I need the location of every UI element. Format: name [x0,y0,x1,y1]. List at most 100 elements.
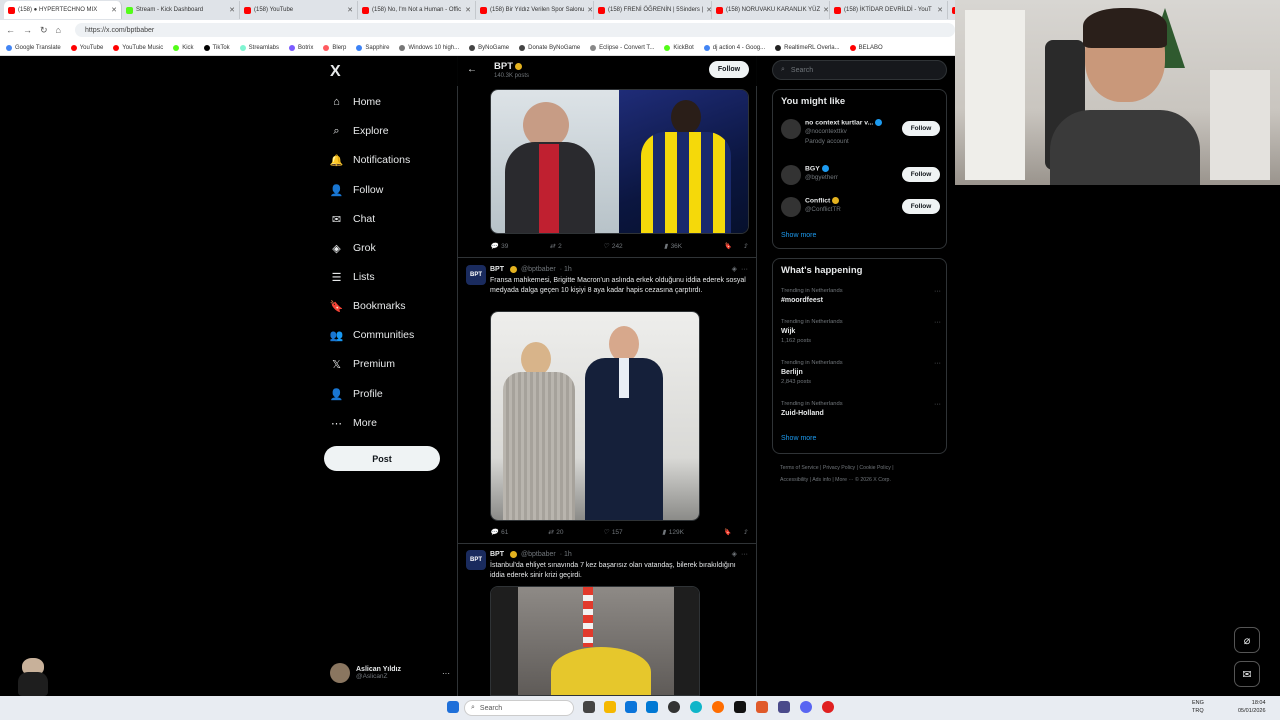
bookmark-item[interactable]: Sapphire [356,44,389,51]
windows-start-icon[interactable] [447,701,459,713]
browser-tab[interactable]: (158) NORUVAKU KARANLIK YÜZ ✕ [712,1,830,19]
obs-icon[interactable] [778,701,790,713]
who-to-follow-item[interactable]: no context kurtlar v... @nocontexttkv Pa… [781,119,941,145]
bookmark-item[interactable]: YouTube [70,44,103,51]
browser-tab[interactable]: (158) FRENİ ÖĞRENİN | 5Sinders | ✕ [594,1,712,19]
grok-fab-icon[interactable]: ⌀ [1234,627,1260,653]
forward-arrow-icon[interactable]: → [23,25,32,35]
like-button[interactable]: ♡ 157 [603,528,623,537]
browser-tab[interactable]: (158) No, I'm Not a Human - Offic ✕ [358,1,476,19]
nav-item-bookmarks[interactable]: 🔖 Bookmarks [330,296,406,316]
mail-icon[interactable] [646,701,658,713]
bookmark-item[interactable]: KickBot [664,44,694,51]
close-icon[interactable]: ✕ [111,6,117,14]
browser-tab[interactable]: (158) YouTube ✕ [240,1,358,19]
bookmark-item[interactable]: YouTube Music [113,44,163,51]
reply-button[interactable]: 💬 39 [490,242,508,251]
store-icon[interactable] [625,701,637,713]
follow-button[interactable]: Follow [902,199,940,214]
bookmark-item[interactable]: Donate ByNoGame [519,44,580,51]
close-icon[interactable]: ✕ [587,6,593,14]
file-explorer-icon[interactable] [604,701,616,713]
task-view-icon[interactable] [583,701,595,713]
tweet-media[interactable] [490,311,700,521]
grok-icon[interactable]: ◈ [732,550,737,558]
nav-item-grok[interactable]: ◈ Grok [330,238,376,258]
share-icon[interactable]: ⇪ [743,528,748,536]
nav-item-chat[interactable]: ✉ Chat [330,209,375,229]
reply-button[interactable]: 💬 61 [490,528,508,537]
tweet-handle[interactable]: @bptbaber [521,551,556,558]
more-dots-icon[interactable]: ··· [934,401,941,408]
more-dots-icon[interactable]: ··· [934,360,941,367]
more-dots-icon[interactable]: ··· [934,288,941,295]
close-icon[interactable]: ✕ [465,6,471,14]
trend-item[interactable]: Trending in Netherlands Zuid-Holland ··· [781,401,941,417]
close-icon[interactable]: ✕ [823,6,829,14]
follow-button[interactable]: Follow [902,167,940,182]
browser-tab[interactable]: (158) Bir Yıldız Verilen Spor Salonu ✕ [476,1,594,19]
bookmark-item[interactable]: dj action 4 - Goog... [703,44,765,51]
close-icon[interactable]: ✕ [937,6,943,14]
like-button[interactable]: ♡ 242 [603,242,623,251]
bookmark-item[interactable]: Google Translate [6,44,61,51]
taskbar-search[interactable]: ⌕ Search [464,700,574,716]
bookmark-item[interactable]: Blerp [323,44,346,51]
repost-button[interactable]: ⇄ 2 [550,242,562,251]
bookmark-item[interactable]: BELABO [849,44,883,51]
tweet-handle[interactable]: @bptbaber [521,266,556,273]
browser-tab[interactable]: Stream - Kick Dashboard ✕ [122,1,240,19]
views-button[interactable]: ▮ 129K [662,528,684,537]
more-dots-icon[interactable]: ··· [741,551,748,558]
more-dots-icon[interactable]: ··· [741,266,748,273]
chrome-icon[interactable] [756,701,768,713]
bookmark-button[interactable]: 🔖 ⇪ [723,242,748,250]
footer-line[interactable]: Terms of Service | Privacy Policy | Cook… [780,462,950,474]
tweet-avatar[interactable]: BPT [466,265,486,285]
show-more-link[interactable]: Show more [781,232,816,239]
input-language[interactable]: ENG TRQ [1192,699,1204,715]
trend-item[interactable]: Trending in Netherlands Berlijn 2,843 po… [781,360,941,385]
tweet-author-name[interactable]: BPT [490,266,504,273]
steam-icon[interactable] [668,701,680,713]
tweet-author-name[interactable]: BPT [490,551,504,558]
bookmark-item[interactable]: TikTok [203,44,230,51]
bookmark-item[interactable]: RealtimeRL Overla... [775,44,840,51]
nav-item-more[interactable]: ⋯ More [330,413,377,433]
nav-item-home[interactable]: ⌂ Home [330,92,381,112]
close-icon[interactable]: ✕ [229,6,235,14]
back-arrow-icon[interactable]: ← [6,25,15,35]
nav-item-premium[interactable]: 𝕏 Premium [330,354,395,374]
trend-item[interactable]: Trending in Netherlands Wijk 1,162 posts… [781,319,941,344]
bookmark-item[interactable]: Botrix [289,44,313,51]
x-app-icon[interactable] [734,701,746,713]
show-more-link[interactable]: Show more [781,435,816,442]
follow-button[interactable]: Follow [902,121,940,136]
url-field[interactable]: https://x.com/bptbaber [74,23,955,37]
home-icon[interactable]: ⌂ [56,25,61,35]
views-button[interactable]: ▮ 36K [664,242,682,251]
close-icon[interactable]: ✕ [347,6,353,14]
more-dots-icon[interactable]: ··· [934,319,941,326]
nav-item-follow[interactable]: 👤 Follow [330,180,384,200]
nav-item-explore[interactable]: ⌕ Explore [330,121,388,141]
nav-item-notifications[interactable]: 🔔 Notifications [330,150,411,170]
trend-item[interactable]: Trending in Netherlands #moordfeest ··· [781,288,941,304]
tweet-time[interactable]: · 1h [560,266,572,273]
account-switcher[interactable]: Aslican Yıldız @AslicanZ ··· [330,660,450,686]
who-to-follow-item[interactable]: Conflict @ConflictTR Follow [781,197,941,223]
bookmark-item[interactable]: ByNoGame [469,44,509,51]
messages-fab-icon[interactable]: ✉ [1234,661,1260,687]
discord-icon[interactable] [800,701,812,713]
tweet-media[interactable] [490,586,700,696]
edge-icon[interactable] [690,701,702,713]
firefox-icon[interactable] [712,701,724,713]
grok-icon[interactable]: ◈ [732,265,737,273]
tweet-avatar[interactable]: BPT [466,550,486,570]
reload-icon[interactable]: ↻ [40,25,48,36]
nav-item-lists[interactable]: ☰ Lists [330,267,375,287]
back-arrow-icon[interactable]: ← [467,64,477,75]
bookmark-item[interactable]: Kick [173,44,194,51]
share-icon[interactable]: ⇪ [743,242,748,250]
browser-tab[interactable]: (158) İKTİDAR DEVRİLDİ - YouT ✕ [830,1,948,19]
